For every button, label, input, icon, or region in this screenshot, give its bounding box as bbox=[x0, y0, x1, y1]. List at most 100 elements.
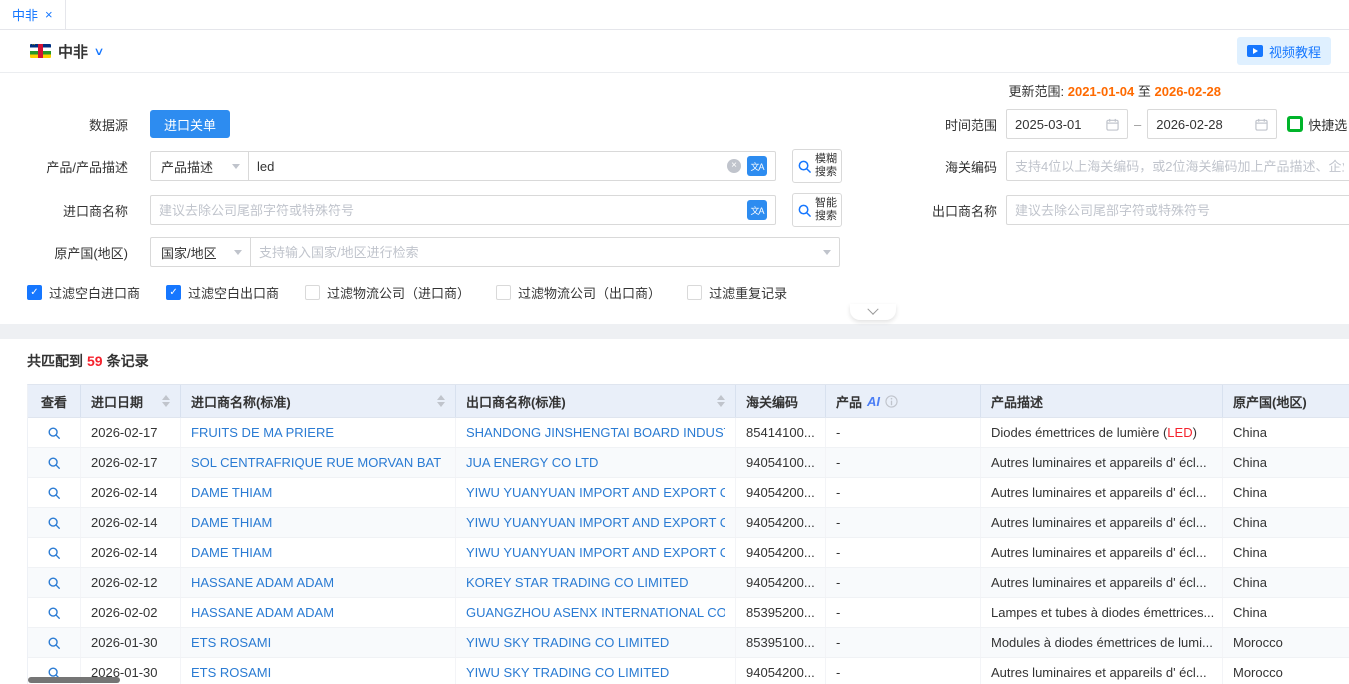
magnifier-icon bbox=[47, 516, 61, 530]
import-declaration-button[interactable]: 进口关单 bbox=[150, 110, 230, 138]
horizontal-scrollbar[interactable] bbox=[28, 677, 120, 683]
view-detail-button[interactable] bbox=[47, 486, 61, 500]
view-detail-button[interactable] bbox=[47, 576, 61, 590]
origin-country-cell: China bbox=[1223, 568, 1349, 597]
translate-icon[interactable]: 文A bbox=[747, 156, 767, 176]
product-label: 产品/产品描述 bbox=[0, 157, 128, 176]
hs-code-input[interactable] bbox=[1015, 159, 1344, 174]
importer-input[interactable] bbox=[159, 203, 741, 218]
smart-search-button[interactable]: 智能 搜索 bbox=[792, 193, 842, 227]
checkbox-icon[interactable]: ✓ bbox=[305, 285, 320, 300]
clear-input-icon[interactable]: × bbox=[727, 159, 741, 173]
import-date-cell: 2026-02-17 bbox=[81, 448, 181, 477]
collapse-panel-button[interactable] bbox=[850, 304, 896, 320]
product-input-box[interactable]: × 文A bbox=[248, 151, 776, 181]
tab-central-africa[interactable]: 中非 × bbox=[0, 0, 66, 29]
date-start-input-box[interactable] bbox=[1006, 109, 1128, 139]
column-header-importer[interactable]: 进口商名称(标准) bbox=[181, 385, 456, 417]
view-detail-button[interactable] bbox=[47, 426, 61, 440]
checkbox-icon[interactable]: ✓ bbox=[687, 285, 702, 300]
exporter-link[interactable]: YIWU SKY TRADING CO LIMITED bbox=[466, 635, 669, 650]
importer-link[interactable]: HASSANE ADAM ADAM bbox=[191, 605, 334, 620]
date-end-input-box[interactable] bbox=[1147, 109, 1277, 139]
exporter-link[interactable]: YIWU YUANYUAN IMPORT AND EXPORT C... bbox=[466, 515, 725, 530]
exporter-link[interactable]: YIWU YUANYUAN IMPORT AND EXPORT C... bbox=[466, 545, 725, 560]
magnifier-icon bbox=[47, 576, 61, 590]
exporter-link[interactable]: YIWU YUANYUAN IMPORT AND EXPORT C... bbox=[466, 485, 725, 500]
chevron-down-icon bbox=[234, 250, 242, 255]
hs-code-cell: 85414100... bbox=[736, 418, 826, 447]
exporter-link[interactable]: YIWU SKY TRADING CO LIMITED bbox=[466, 665, 669, 680]
importer-link[interactable]: SOL CENTRAFRIQUE RUE MORVAN BAT OF... bbox=[191, 455, 445, 470]
country-selector[interactable]: 中非 bbox=[58, 41, 88, 62]
quick-select-button[interactable]: 快捷选 bbox=[1287, 115, 1347, 134]
date-end-input[interactable] bbox=[1156, 117, 1249, 132]
description-cell: Autres luminaires et appareils d' écl... bbox=[981, 478, 1223, 507]
filter-checkbox[interactable]: ✓ 过滤物流公司（出口商） bbox=[496, 283, 661, 302]
origin-country-input[interactable] bbox=[259, 245, 811, 260]
view-detail-button[interactable] bbox=[47, 516, 61, 530]
results-count: 59 bbox=[87, 353, 103, 369]
importer-link[interactable]: ETS ROSAMI bbox=[191, 635, 271, 650]
exporter-input[interactable] bbox=[1015, 203, 1344, 218]
calendar-icon bbox=[1255, 118, 1268, 131]
chevron-down-icon[interactable]: ∨ bbox=[93, 45, 104, 58]
import-date-cell: 2026-01-30 bbox=[81, 628, 181, 657]
product-search-input[interactable] bbox=[257, 159, 721, 174]
importer-link[interactable]: DAME THIAM bbox=[191, 515, 272, 530]
column-header-product-ai: 产品 AI bbox=[826, 385, 981, 417]
view-detail-button[interactable] bbox=[47, 636, 61, 650]
checkbox-icon[interactable]: ✓ bbox=[27, 285, 42, 300]
info-icon[interactable] bbox=[885, 395, 898, 408]
view-detail-button[interactable] bbox=[47, 606, 61, 620]
exporter-link[interactable]: SHANDONG JINSHENGTAI BOARD INDUST... bbox=[466, 425, 725, 440]
origin-type-select[interactable]: 国家/地区 bbox=[150, 237, 250, 267]
product-ai-cell: - bbox=[826, 568, 981, 597]
hs-code-input-box[interactable] bbox=[1006, 151, 1349, 181]
filter-checkbox[interactable]: ✓ 过滤空白出口商 bbox=[166, 283, 279, 302]
product-type-select[interactable]: 产品描述 bbox=[150, 151, 248, 181]
video-tutorial-button[interactable]: 视频教程 bbox=[1237, 37, 1331, 65]
view-detail-button[interactable] bbox=[47, 546, 61, 560]
checkbox-icon[interactable]: ✓ bbox=[166, 285, 181, 300]
table-header: 查看 进口日期 进口商名称(标准) 出口商名称(标准) 海关编码 产品 AI bbox=[28, 385, 1349, 418]
filter-label: 过滤物流公司（出口商） bbox=[518, 283, 661, 302]
exporter-link[interactable]: GUANGZHOU ASENX INTERNATIONAL CO ... bbox=[466, 605, 725, 620]
filter-checkbox[interactable]: ✓ 过滤空白进口商 bbox=[27, 283, 140, 302]
import-date-cell: 2026-02-17 bbox=[81, 418, 181, 447]
description-cell: Modules à diodes émettrices de lumi... bbox=[981, 628, 1223, 657]
update-range: 更新范围: 2021-01-04 至 2026-02-28 bbox=[0, 81, 1349, 99]
chevron-down-icon bbox=[867, 304, 878, 315]
filter-label: 过滤空白进口商 bbox=[49, 283, 140, 302]
importer-link[interactable]: ETS ROSAMI bbox=[191, 665, 271, 680]
exporter-link[interactable]: JUA ENERGY CO LTD bbox=[466, 455, 598, 470]
sort-icon[interactable] bbox=[156, 395, 170, 407]
tab-close-icon[interactable]: × bbox=[45, 8, 53, 21]
importer-link[interactable]: DAME THIAM bbox=[191, 485, 272, 500]
translate-icon[interactable]: 文A bbox=[747, 200, 767, 220]
fuzzy-search-button[interactable]: 模糊 搜索 bbox=[792, 149, 842, 183]
filter-checkbox[interactable]: ✓ 过滤物流公司（进口商） bbox=[305, 283, 470, 302]
table-row: 2026-02-14 DAME THIAM YIWU YUANYUAN IMPO… bbox=[28, 538, 1349, 568]
description-cell: Autres luminaires et appareils d' écl... bbox=[981, 658, 1223, 684]
filter-checkbox[interactable]: ✓ 过滤重复记录 bbox=[687, 283, 787, 302]
exporter-input-box[interactable] bbox=[1006, 195, 1349, 225]
video-icon bbox=[1247, 45, 1263, 57]
origin-input-box[interactable] bbox=[250, 237, 840, 267]
importer-link[interactable]: HASSANE ADAM ADAM bbox=[191, 575, 334, 590]
sort-icon[interactable] bbox=[431, 395, 445, 407]
sort-icon[interactable] bbox=[711, 395, 725, 407]
date-start-input[interactable] bbox=[1015, 117, 1100, 132]
importer-link[interactable]: DAME THIAM bbox=[191, 545, 272, 560]
exporter-label: 出口商名称 bbox=[845, 201, 997, 220]
column-header-import-date[interactable]: 进口日期 bbox=[81, 385, 181, 417]
checkbox-icon[interactable]: ✓ bbox=[496, 285, 511, 300]
description-cell: Autres luminaires et appareils d' écl... bbox=[981, 538, 1223, 567]
importer-link[interactable]: FRUITS DE MA PRIERE bbox=[191, 425, 334, 440]
import-date-cell: 2026-02-14 bbox=[81, 478, 181, 507]
column-header-exporter[interactable]: 出口商名称(标准) bbox=[456, 385, 736, 417]
magnifier-icon bbox=[47, 606, 61, 620]
exporter-link[interactable]: KOREY STAR TRADING CO LIMITED bbox=[466, 575, 688, 590]
importer-input-box[interactable]: 文A bbox=[150, 195, 776, 225]
view-detail-button[interactable] bbox=[47, 456, 61, 470]
